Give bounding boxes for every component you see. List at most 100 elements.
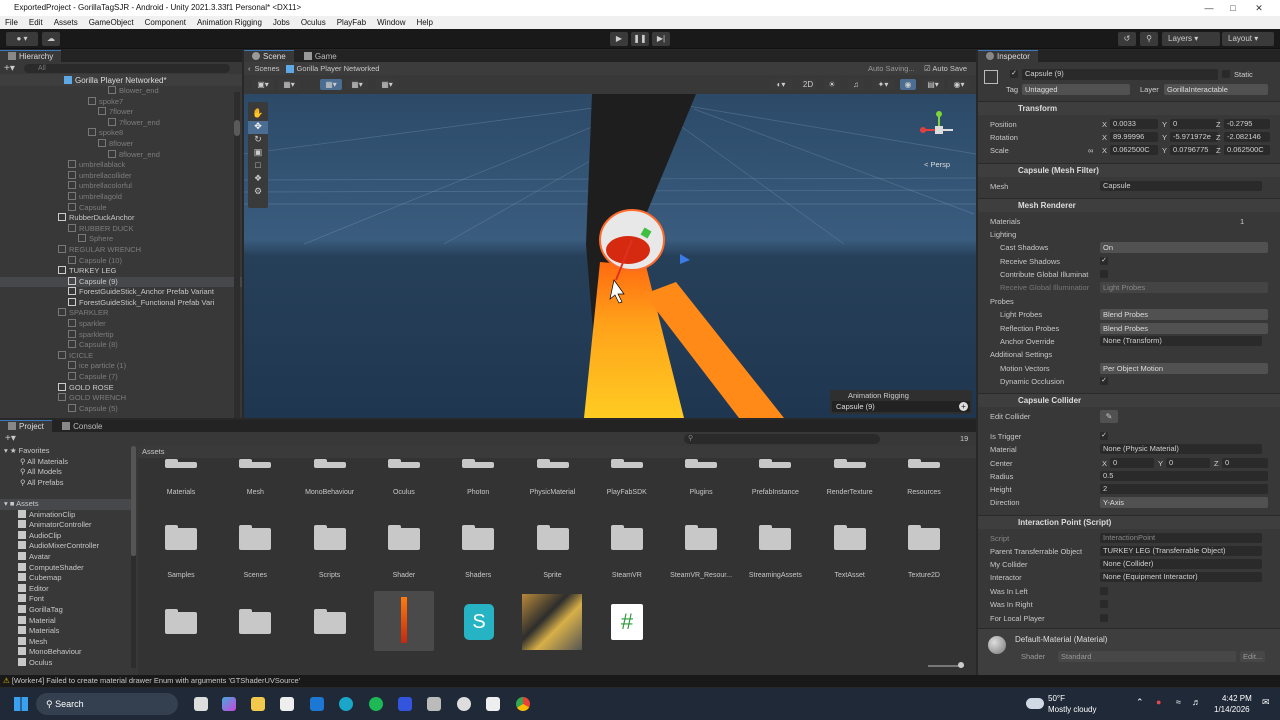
clock-time[interactable]: 4:42 PM [1222,694,1252,703]
receive-shadows-checkbox[interactable]: ✓ [1100,257,1108,265]
static-checkbox[interactable] [1222,70,1230,78]
capsule-collider-header[interactable]: Capsule Collider [978,393,1280,407]
probes-label[interactable]: Probes [990,297,1014,306]
folder-label[interactable]: PhysicMaterial [516,489,590,496]
was-in-right-checkbox[interactable] [1100,600,1108,608]
asset-thumb-stick[interactable] [374,591,434,651]
center-y[interactable]: 0 [1166,458,1210,468]
task-view-icon[interactable] [194,697,208,711]
close-button[interactable]: ✕ [1236,0,1280,16]
project-tree-item[interactable]: Editor [0,583,136,595]
hierarchy-item[interactable]: 7flower_end [0,117,242,129]
zoom-slider[interactable] [928,662,964,668]
hierarchy-item[interactable]: Capsule (10) [0,255,242,267]
interactor-field[interactable]: None (Equipment Interactor) [1100,572,1262,582]
project-tree-item[interactable]: AudioMixerController [0,541,136,552]
fav-item[interactable]: ⚲ All Materials [0,457,136,468]
auto-save-toggle[interactable]: ☑ Auto Save [924,64,967,73]
hierarchy-scrollbar[interactable] [234,92,240,418]
weather-cloud-icon[interactable] [1026,698,1044,709]
file-explorer-icon[interactable] [251,697,265,711]
project-search-input[interactable]: ⚲ [684,434,880,444]
folder-icon[interactable] [759,459,792,468]
edit-collider-button[interactable]: ✎ [1100,410,1118,423]
project-add-icon[interactable]: +▾ [5,433,16,444]
folder-label[interactable]: Texture2D [887,572,961,579]
hierarchy-item[interactable]: ice particle (1) [0,361,242,372]
folder-icon[interactable] [536,459,569,468]
rotate-tool-icon[interactable]: ↻ [248,134,268,147]
radius-field[interactable]: 0.5 [1100,471,1268,481]
gizmos-button[interactable]: ◉▾ [948,79,970,90]
folder-icon[interactable] [462,525,495,550]
menu-oculus[interactable]: Oculus [301,18,326,27]
menu-component[interactable]: Component [145,18,186,27]
hierarchy-item[interactable]: umbrellacollider [0,170,242,182]
folder-label[interactable]: Shader [367,572,441,579]
asset-thumb-script[interactable]: # [611,604,643,640]
outlook-icon[interactable] [310,697,324,711]
overlay-item[interactable]: Capsule (9) + [832,401,970,412]
hierarchy-item[interactable]: umbrellablack [0,160,242,171]
hierarchy-item[interactable]: ICICLE [0,350,242,362]
hierarchy-item[interactable]: Capsule (9) [0,276,242,288]
tab-project[interactable]: Project [0,420,52,432]
hierarchy-item[interactable]: ForestGuideStick_Anchor Prefab Variant [0,287,242,298]
clock-date[interactable]: 1/14/2026 [1214,705,1250,714]
project-tree-item[interactable]: Material [0,615,136,627]
lighting-button[interactable]: ☀ [824,79,840,90]
folder-icon[interactable] [239,609,272,634]
layer-dropdown[interactable]: GorillaInteractable [1164,84,1268,95]
status-message[interactable]: [Worker4] Failed to create material draw… [12,676,300,685]
anchor-override-field[interactable]: None (Transform) [1100,336,1262,346]
pause-button[interactable]: ❚❚ [631,32,649,46]
history-icon[interactable]: ↺ [1118,32,1136,46]
layout-dropdown[interactable]: Layout ▾ [1222,32,1274,46]
folder-icon[interactable] [165,525,197,550]
transform-header[interactable]: Transform [978,101,1280,115]
for-local-checkbox[interactable] [1100,614,1108,622]
fav-item[interactable]: ⚲ All Models [0,467,136,478]
add-icon[interactable]: +▾ [4,63,24,74]
parent-field[interactable]: TURKEY LEG (Transferrable Object) [1100,546,1262,556]
cloud-icon[interactable]: ☁ [42,32,60,46]
fav-item[interactable]: ⚲ All Prefabs [0,478,136,489]
mode-2d-button[interactable]: 2D [800,79,816,90]
scale-x[interactable]: 0.062500C [1110,145,1158,155]
global-button[interactable]: ▦▾ [346,79,368,90]
folder-label[interactable]: Sprite [516,572,590,579]
project-tree-item[interactable]: MonoBehaviour [0,647,136,658]
collider-material-field[interactable]: None (Physic Material) [1100,444,1262,454]
menu-help[interactable]: Help [417,18,433,27]
scale-y[interactable]: 0.0796775 [1170,145,1218,155]
folder-label[interactable]: SteamVR_Resour... [664,572,738,579]
folder-label[interactable]: Plugins [664,489,738,496]
folder-label[interactable]: PrefabInstance [738,489,812,496]
mesh-filter-header[interactable]: Capsule (Mesh Filter) [978,163,1280,177]
folder-icon[interactable] [833,459,866,468]
hierarchy-search-input[interactable]: All [24,63,230,73]
scale-z[interactable]: 0.062500C [1224,145,1270,155]
shader-dropdown[interactable]: Standard [1058,651,1236,662]
contribute-gi-checkbox[interactable] [1100,270,1108,278]
play-button[interactable]: ▶ [610,32,628,46]
layers-dropdown[interactable]: Layers ▾ [1162,32,1220,46]
folder-label[interactable]: TextAsset [813,572,887,579]
hierarchy-item[interactable]: Sphere [0,234,242,245]
folder-icon[interactable] [387,525,420,550]
center-x[interactable]: 0 [1110,458,1154,468]
menu-assets[interactable]: Assets [54,18,78,27]
folder-icon[interactable] [239,525,272,550]
folder-icon[interactable] [908,459,940,468]
tray-chevron-icon[interactable]: ⌃ [1136,697,1144,708]
asset-thumb-steam[interactable]: S [464,604,494,640]
position-y[interactable]: 0 [1170,119,1218,129]
folder-label[interactable]: Oculus [367,489,441,496]
project-tree-item[interactable]: GorillaTag [0,604,136,616]
additional-settings-label[interactable]: Additional Settings [990,350,1052,359]
menu-animation-rigging[interactable]: Animation Rigging [197,18,262,27]
app-blue-icon[interactable] [398,697,412,711]
project-tree-item[interactable]: Materials [0,626,136,637]
hierarchy-item[interactable]: 7flower [0,107,242,118]
light-probes-dropdown[interactable]: Blend Probes [1100,309,1268,320]
